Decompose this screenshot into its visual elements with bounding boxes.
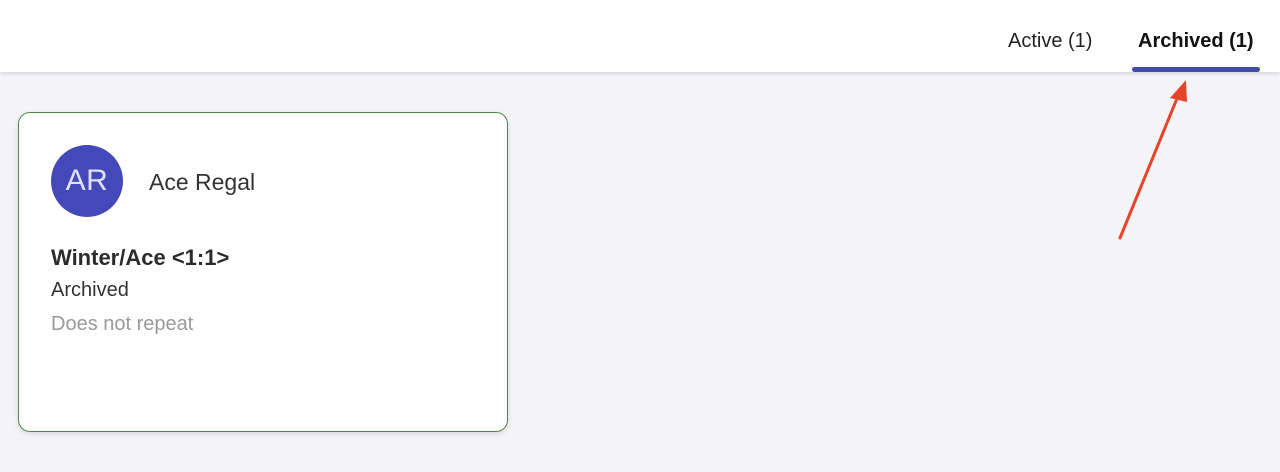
top-tab-bar: Active (1) Archived (1)	[0, 0, 1280, 72]
event-card[interactable]: AR Ace Regal Winter/Ace <1:1> Archived D…	[18, 112, 508, 432]
event-status: Archived	[51, 279, 129, 301]
person-name: Ace Regal	[149, 169, 256, 195]
event-title: Winter/Ace <1:1>	[51, 245, 230, 270]
tab-archived-underline	[1132, 67, 1260, 72]
tab-archived[interactable]: Archived (1)	[1138, 28, 1254, 54]
avatar: AR	[51, 145, 123, 217]
event-repeat: Does not repeat	[51, 313, 194, 335]
tab-active[interactable]: Active (1)	[1008, 28, 1092, 54]
